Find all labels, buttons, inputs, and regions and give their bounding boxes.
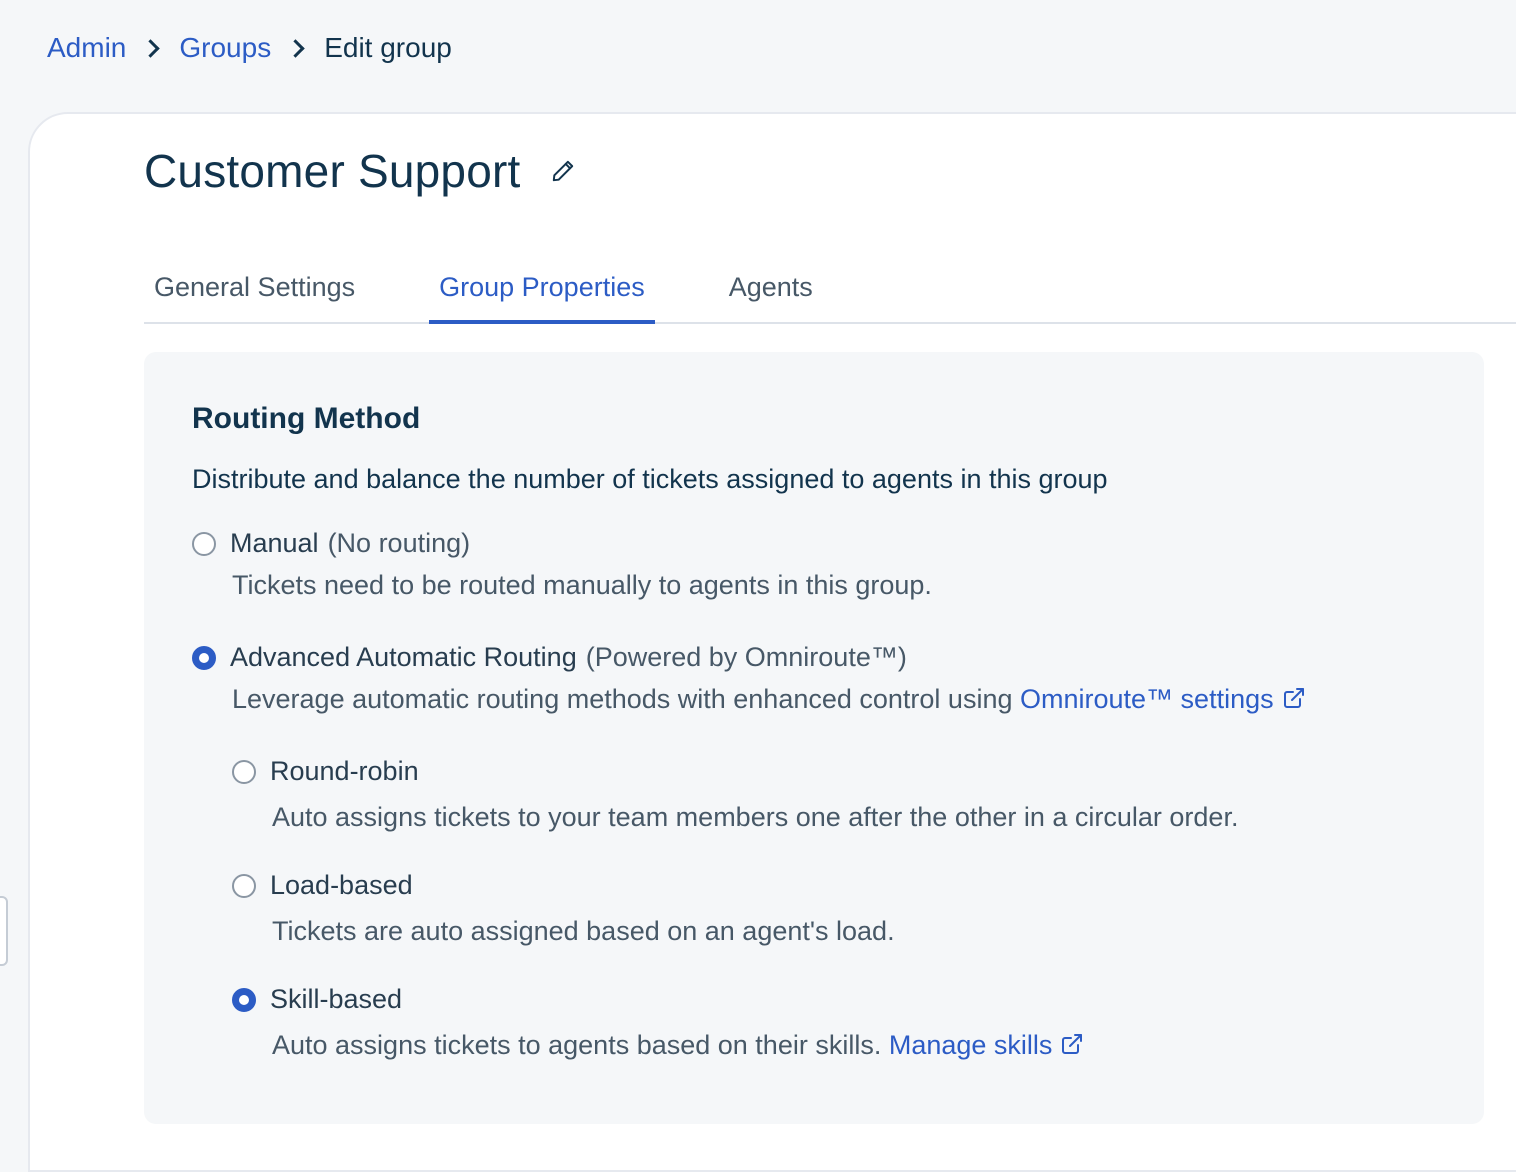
chevron-right-icon	[141, 38, 161, 58]
skill-based-description: Auto assigns tickets to agents based on …	[272, 1030, 882, 1060]
tab-general-settings[interactable]: General Settings	[144, 252, 365, 322]
advanced-suffix: (Powered by Omniroute™)	[585, 642, 907, 672]
load-based-radio[interactable]	[232, 873, 256, 898]
load-based-option[interactable]: Load-based	[232, 870, 413, 901]
breadcrumb: Admin Groups Edit group	[47, 28, 452, 68]
tab-group-properties[interactable]: Group Properties	[429, 252, 655, 324]
omniroute-settings-link[interactable]: Omniroute™ settings	[1020, 684, 1306, 714]
title-row: Customer Support	[144, 144, 576, 198]
advanced-description: Leverage automatic routing methods with …	[232, 684, 1013, 714]
round-robin-radio[interactable]	[232, 759, 256, 784]
breadcrumb-current: Edit group	[324, 32, 452, 63]
skill-based-description-row: Auto assigns tickets to agents based on …	[272, 1030, 1084, 1061]
manual-radio[interactable]	[192, 531, 216, 556]
page-title: Customer Support	[144, 145, 521, 197]
side-panel-handle[interactable]	[0, 896, 8, 966]
load-based-label: Load-based	[270, 870, 413, 900]
advanced-radio[interactable]	[192, 645, 216, 670]
routing-method-title: Routing Method	[192, 402, 421, 435]
chevron-right-icon	[286, 38, 305, 58]
advanced-routing-option[interactable]: Advanced Automatic Routing (Powered by O…	[192, 642, 907, 673]
edit-group-card: Customer Support General Settings Group …	[28, 112, 1516, 1172]
manual-routing-option[interactable]: Manual (No routing)	[192, 528, 470, 559]
skill-based-label: Skill-based	[270, 984, 403, 1014]
manual-suffix: (No routing)	[327, 528, 471, 558]
breadcrumb-admin-link[interactable]: Admin	[47, 32, 126, 64]
skill-based-option[interactable]: Skill-based	[232, 984, 402, 1015]
routing-method-description: Distribute and balance the number of tic…	[192, 464, 1108, 494]
tab-agents[interactable]: Agents	[719, 252, 823, 322]
external-link-icon	[1283, 688, 1304, 708]
load-based-description: Tickets are auto assigned based on an ag…	[272, 916, 895, 946]
omniroute-settings-link-label: Omniroute™ settings	[1020, 684, 1274, 714]
routing-method-panel: Routing Method Distribute and balance th…	[144, 352, 1484, 1124]
pencil-icon[interactable]	[550, 158, 576, 184]
advanced-description-row: Leverage automatic routing methods with …	[232, 684, 1306, 715]
round-robin-option[interactable]: Round-robin	[232, 756, 419, 787]
manage-skills-link[interactable]: Manage skills	[889, 1030, 1085, 1060]
manage-skills-link-label: Manage skills	[888, 1030, 1053, 1060]
round-robin-description: Auto assigns tickets to your team member…	[272, 802, 1239, 832]
tab-bar: General Settings Group Properties Agents	[144, 252, 1516, 324]
advanced-label: Advanced Automatic Routing	[230, 642, 577, 672]
round-robin-label: Round-robin	[270, 756, 419, 786]
skill-based-radio[interactable]	[232, 987, 256, 1012]
manual-description: Tickets need to be routed manually to ag…	[232, 570, 932, 600]
external-link-icon	[1062, 1034, 1083, 1054]
manual-label: Manual	[230, 528, 319, 558]
breadcrumb-groups-link[interactable]: Groups	[179, 32, 271, 64]
